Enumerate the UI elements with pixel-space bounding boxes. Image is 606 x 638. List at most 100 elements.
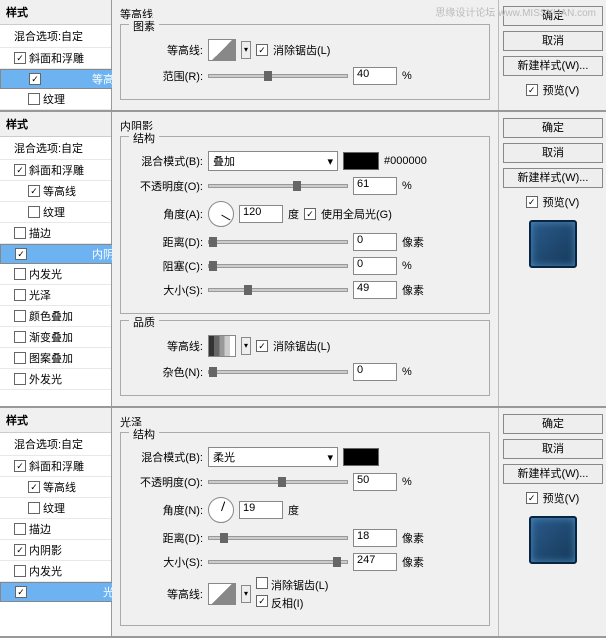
fx-bevel[interactable]: ✓斜面和浮雕 [0, 456, 111, 477]
unit: % [402, 180, 412, 192]
checkbox-icon[interactable] [14, 523, 26, 535]
range-slider[interactable] [208, 74, 348, 78]
checkbox-icon[interactable] [28, 206, 40, 218]
color-swatch[interactable] [343, 152, 379, 170]
chevron-down-icon[interactable]: ▾ [241, 585, 251, 603]
checkbox-icon[interactable]: ✓ [14, 52, 26, 64]
fx-grad-overlay[interactable]: 渐变叠加 [0, 327, 111, 348]
group-label: 结构 [129, 426, 159, 442]
fx-outer-glow[interactable]: 外发光 [0, 369, 111, 390]
unit: % [402, 70, 412, 82]
fx-inner-shadow[interactable]: ✓内阴影 [0, 540, 111, 561]
opacity-slider[interactable] [208, 184, 348, 188]
checkbox-icon[interactable]: ✓ [304, 208, 316, 220]
fx-contour[interactable]: ✓等高线 [0, 477, 111, 498]
new-style-button[interactable]: 新建样式(W)... [503, 464, 603, 484]
contour-swatch[interactable] [208, 583, 236, 605]
blend-select[interactable]: 柔光▾ [208, 447, 338, 467]
checkbox-icon[interactable] [28, 502, 40, 514]
checkbox-icon[interactable] [14, 227, 26, 239]
blend-options[interactable]: 混合选项:自定 [0, 25, 111, 48]
fx-inner-shadow[interactable]: ✓内阴影 [0, 244, 130, 264]
checkbox-icon[interactable] [14, 331, 26, 343]
ok-button[interactable]: 确定 [503, 118, 603, 138]
checkbox-icon[interactable] [28, 93, 40, 105]
checkbox-icon[interactable]: ✓ [14, 164, 26, 176]
color-swatch[interactable] [343, 448, 379, 466]
fx-bevel[interactable]: ✓斜面和浮雕 [0, 48, 111, 69]
fx-texture[interactable]: 纹理 [0, 89, 111, 110]
size-input[interactable]: 49 [353, 281, 397, 299]
blend-select[interactable]: 叠加▾ [208, 151, 338, 171]
checkbox-icon[interactable]: ✓ [28, 185, 40, 197]
fx-stroke[interactable]: 描边 [0, 519, 111, 540]
checkbox-icon[interactable]: ✓ [15, 586, 27, 598]
opacity-input[interactable]: 61 [353, 177, 397, 195]
checkbox-icon[interactable] [14, 289, 26, 301]
checkbox-icon[interactable]: ✓ [28, 481, 40, 493]
checkbox-icon[interactable]: ✓ [526, 84, 538, 96]
contour-swatch[interactable] [208, 39, 236, 61]
angle-input[interactable]: 120 [239, 205, 283, 223]
fx-contour[interactable]: ✓等高线 [0, 69, 130, 89]
checkbox-icon[interactable]: ✓ [256, 44, 268, 56]
blend-options[interactable]: 混合选项:自定 [0, 137, 111, 160]
distance-input[interactable]: 18 [353, 529, 397, 547]
ok-button[interactable]: 确定 [503, 414, 603, 434]
fx-pat-overlay[interactable]: 图案叠加 [0, 348, 111, 369]
distance-slider[interactable] [208, 536, 348, 540]
checkbox-icon[interactable]: ✓ [14, 544, 26, 556]
contour-swatch[interactable] [208, 335, 236, 357]
fx-contour[interactable]: ✓等高线 [0, 181, 111, 202]
fx-satin[interactable]: ✓光泽 [0, 582, 130, 602]
fx-texture[interactable]: 纹理 [0, 202, 111, 223]
choke-input[interactable]: 0 [353, 257, 397, 275]
opacity-input[interactable]: 50 [353, 473, 397, 491]
distance-slider[interactable] [208, 240, 348, 244]
choke-slider[interactable] [208, 264, 348, 268]
fx-texture[interactable]: 纹理 [0, 498, 111, 519]
fx-inner-glow[interactable]: 内发光 [0, 264, 111, 285]
cancel-button[interactable]: 取消 [503, 143, 603, 163]
checkbox-icon[interactable]: ✓ [256, 340, 268, 352]
checkbox-icon[interactable] [256, 577, 268, 589]
opacity-slider[interactable] [208, 480, 348, 484]
blend-options[interactable]: 混合选项:自定 [0, 433, 111, 456]
angle-dial[interactable] [208, 497, 234, 523]
size-slider[interactable] [208, 560, 348, 564]
checkbox-icon[interactable]: ✓ [526, 196, 538, 208]
fx-inner-glow[interactable]: 内发光 [0, 561, 111, 582]
angle-input[interactable]: 19 [239, 501, 283, 519]
size-slider[interactable] [208, 288, 348, 292]
noise-slider[interactable] [208, 370, 348, 374]
checkbox-icon[interactable]: ✓ [256, 595, 268, 607]
distance-input[interactable]: 0 [353, 233, 397, 251]
fx-bevel[interactable]: ✓斜面和浮雕 [0, 160, 111, 181]
angle-dial[interactable] [208, 201, 234, 227]
cancel-button[interactable]: 取消 [503, 31, 603, 51]
fx-label: 等高线 [43, 183, 76, 199]
cancel-button[interactable]: 取消 [503, 439, 603, 459]
chevron-down-icon[interactable]: ▾ [241, 337, 251, 355]
fx-satin[interactable]: 光泽 [0, 285, 111, 306]
new-style-button[interactable]: 新建样式(W)... [503, 168, 603, 188]
checkbox-icon[interactable]: ✓ [14, 460, 26, 472]
checkbox-icon[interactable]: ✓ [526, 492, 538, 504]
fx-stroke[interactable]: 描边 [0, 223, 111, 244]
noise-input[interactable]: 0 [353, 363, 397, 381]
fx-label: 纹理 [43, 204, 65, 220]
panel-satin: 样式 混合选项:自定 ✓斜面和浮雕 ✓等高线 纹理 描边 ✓内阴影 内发光 ✓光… [0, 408, 606, 638]
checkbox-icon[interactable] [14, 268, 26, 280]
checkbox-icon[interactable] [14, 310, 26, 322]
size-input[interactable]: 247 [353, 553, 397, 571]
new-style-button[interactable]: 新建样式(W)... [503, 56, 603, 76]
checkbox-icon[interactable] [14, 352, 26, 364]
range-input[interactable]: 40 [353, 67, 397, 85]
checkbox-icon[interactable]: ✓ [15, 248, 27, 260]
checkbox-icon[interactable] [14, 565, 26, 577]
checkbox-icon[interactable]: ✓ [29, 73, 41, 85]
chevron-down-icon[interactable]: ▾ [241, 41, 251, 59]
checkbox-icon[interactable] [14, 373, 26, 385]
fx-color-overlay[interactable]: 颜色叠加 [0, 306, 111, 327]
preview-label: 预览(V) [543, 82, 580, 98]
